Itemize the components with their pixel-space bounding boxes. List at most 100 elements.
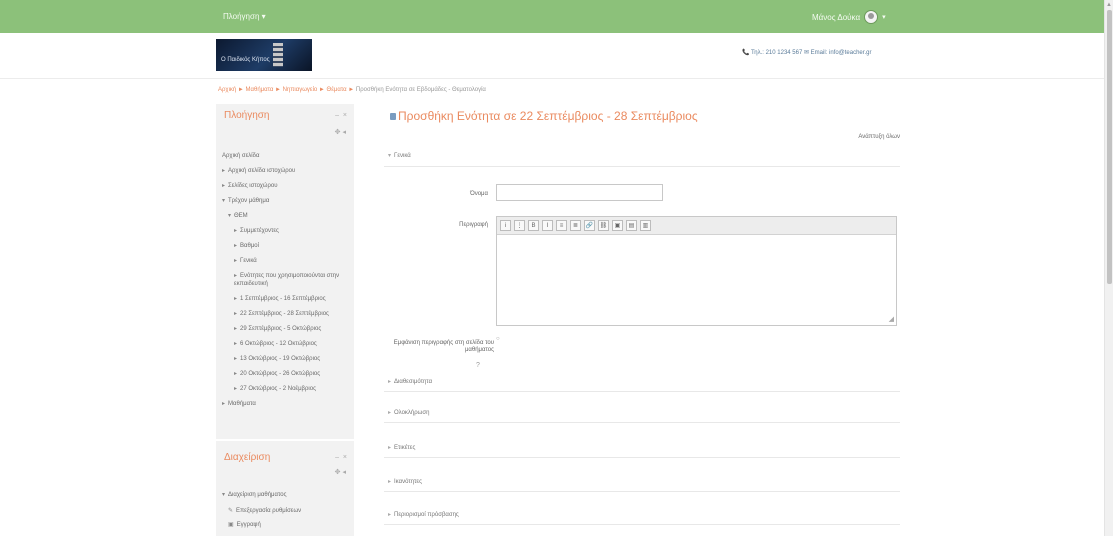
scrollbar-thumb[interactable] [1107, 10, 1112, 284]
chevron-down-icon: ▾ [222, 197, 226, 204]
chevron-right-icon: ▸ [234, 227, 238, 234]
block-move-icon[interactable]: ✥ ◂ [335, 468, 346, 476]
editor-toolbar-button[interactable]: B [528, 220, 539, 231]
section-header-availability[interactable]: ▸ Διαθεσιμότητα [388, 378, 900, 388]
section-label: Διαθεσιμότητα [394, 379, 433, 385]
section-label: Περιορισμοί πρόσβασης [394, 512, 459, 518]
nav-item-label: Ενότητες που χρησιμοποιούνται στην εκπαι… [234, 272, 340, 287]
nav-item[interactable]: ▸ 20 Οκτώβριος - 26 Οκτώβριος [216, 366, 354, 381]
navigation-tree: Αρχική σελίδα ▸ Αρχική σελίδα ιστοχώρου ▸ Σε… [216, 148, 354, 411]
editor-toolbar-button[interactable]: i [500, 220, 511, 231]
nav-item[interactable]: ▸ Σελίδες ιστοχώρου [216, 178, 354, 193]
editor-toolbar: i ⋮ B I ≡ ≣ 🔗 ⛓ ▣ ▤ ▥ [497, 217, 896, 235]
show-description-label: Εμφάνιση περιγραφής στη σελίδα του μαθήμ… [393, 340, 494, 353]
admin-item-label: Εγγραφή [236, 522, 261, 528]
contact-info: 📞 Τηλ.: 210 1234 567 ✉ Email: info@teach… [742, 50, 872, 56]
expand-all-link[interactable]: Ανάπτυξη όλων [858, 134, 900, 140]
editor-toolbar-button[interactable]: ▤ [626, 220, 637, 231]
nav-item-label: 13 Οκτώβριος - 19 Οκτώβριος [240, 355, 321, 362]
nav-item-label: 1 Σεπτέμβριος - 16 Σεπτέμβριος [240, 295, 326, 302]
nav-item[interactable]: ▾ Τρέχον μάθημα [216, 193, 354, 208]
nav-item[interactable]: ▸ 1 Σεπτέμβριος - 16 Σεπτέμβριος [216, 291, 354, 306]
chevron-right-icon: ▸ [234, 385, 238, 392]
block-dock-controls[interactable]: – × [335, 112, 348, 119]
editor-toolbar-button[interactable]: 🔗 [584, 220, 595, 231]
chevron-right-icon: ▸ [388, 410, 392, 416]
scroll-up-icon[interactable]: ▲ [1106, 2, 1112, 8]
nav-item[interactable]: ▾ ΘΕΜ [216, 208, 354, 223]
editor-toolbar-button[interactable]: ▣ [612, 220, 623, 231]
editor-toolbar-button[interactable]: ≡ [556, 220, 567, 231]
chevron-right-icon: ▸ [388, 512, 392, 518]
description-editor[interactable]: i ⋮ B I ≡ ≣ 🔗 ⛓ ▣ ▤ ▥ ◢ [496, 216, 897, 326]
nav-item[interactable]: ▸ Συμμετέχοντες [216, 223, 354, 238]
chevron-down-icon: ▾ [222, 492, 226, 498]
section-label: Ετικέτες [394, 445, 416, 451]
nav-item[interactable]: Αρχική σελίδα [216, 148, 354, 163]
nav-item[interactable]: ▸ 6 Οκτώβριος - 12 Οκτώβριος [216, 336, 354, 351]
enrol-icon: ▣ [228, 522, 234, 528]
nav-item[interactable]: ▸ Γενικά [216, 253, 354, 268]
admin-item-course[interactable]: ▾ Διαχείριση μαθήματος [222, 491, 286, 498]
user-name[interactable]: Μάνος Δούκα [812, 13, 860, 22]
chevron-right-icon: ▸ [234, 340, 238, 347]
editor-toolbar-button[interactable]: I [542, 220, 553, 231]
section-header-completion[interactable]: ▸ Ολοκλήρωση [388, 409, 900, 419]
section-divider [384, 457, 900, 458]
nav-item-label: ΘΕΜ [234, 212, 248, 219]
section-header-general[interactable]: ▾ Γενικά [388, 152, 900, 162]
page-scrollbar[interactable]: ▲ [1104, 0, 1113, 536]
editor-toolbar-button[interactable]: ≣ [570, 220, 581, 231]
chevron-right-icon: ▸ [388, 379, 392, 385]
chevron-right-icon: ▸ [234, 355, 238, 362]
help-icon[interactable]: ? [476, 362, 480, 369]
nav-item[interactable]: ▸ Μαθήματα [216, 396, 354, 411]
navigation-block: Πλοήγηση – × ✥ ◂ Αρχική σελίδα ▸ Αρχική σε… [216, 104, 354, 439]
nav-item-label: Μαθήματα [228, 400, 256, 407]
nav-item[interactable]: ▸ Βαθμοί [216, 238, 354, 253]
name-input[interactable] [496, 184, 663, 201]
nav-item[interactable]: ▸ 27 Οκτώβριος - 2 Νοέμβριος [216, 381, 354, 396]
top-navbar: Πλοήγηση ▾ Μάνος Δούκα ▾ [0, 0, 1104, 33]
chevron-right-icon: ▸ [234, 295, 238, 302]
nav-item-label: Σελίδες ιστοχώρου [228, 182, 278, 189]
section-header-competencies[interactable]: ▸ Ικανότητες [388, 478, 900, 488]
editor-toolbar-button[interactable]: ⛓ [598, 220, 609, 231]
site-logo[interactable]: Ο Παιδικός Κήπος [216, 39, 312, 71]
nav-item[interactable]: ▸ 22 Σεπτέμβριος - 28 Σεπτέμβριος [216, 306, 354, 321]
breadcrumb-link[interactable]: Θέματα [327, 87, 347, 93]
nav-item-label: 29 Σεπτέμβριος - 5 Οκτώβριος [240, 325, 322, 332]
admin-item-enrol[interactable]: ▣ Εγγραφή [228, 521, 261, 528]
nav-item[interactable]: ▸ 29 Σεπτέμβριος - 5 Οκτώβριος [216, 321, 354, 336]
breadcrumb-link[interactable]: Μαθήματα [246, 87, 274, 93]
checkbox[interactable]: ○ [496, 336, 500, 342]
editor-toolbar-button[interactable]: ⋮ [514, 220, 525, 231]
nav-item-label: Αρχική σελίδα ιστοχώρου [228, 167, 296, 174]
section-label: Ικανότητες [394, 479, 422, 485]
nav-item-label: 6 Οκτώβριος - 12 Οκτώβριος [240, 340, 317, 347]
avatar[interactable] [864, 10, 879, 24]
chevron-right-icon: ▸ [222, 167, 226, 174]
nav-item-label: 22 Σεπτέμβριος - 28 Σεπτέμβριος [240, 310, 329, 317]
chevron-right-icon: ▸ [234, 325, 238, 332]
resize-handle-icon[interactable]: ◢ [889, 315, 894, 323]
block-dock-controls[interactable]: – × [335, 454, 348, 461]
administration-block-title: Διαχείριση [224, 452, 271, 463]
editor-toolbar-button[interactable]: ▥ [640, 220, 651, 231]
nav-item-label: Γενικά [240, 257, 257, 264]
nav-item[interactable]: ▸ Ενότητες που χρησιμοποιούνται στην εκπα… [216, 268, 354, 291]
block-move-icon[interactable]: ✥ ◂ [335, 128, 346, 136]
section-header-restrict-access[interactable]: ▸ Περιορισμοί πρόσβασης [388, 511, 900, 521]
admin-item-label: Διαχείριση μαθήματος [228, 492, 287, 498]
section-header-tags[interactable]: ▸ Ετικέτες [388, 444, 900, 454]
logo-film-strip [273, 43, 283, 67]
user-menu[interactable]: Μάνος Δούκα ▾ [812, 8, 886, 26]
chevron-right-icon: ▸ [388, 445, 392, 451]
breadcrumb-link[interactable]: Νηπιαγωγείο [283, 87, 318, 93]
nav-item[interactable]: ▸ Αρχική σελίδα ιστοχώρου [216, 163, 354, 178]
breadcrumb-link[interactable]: Αρχική [218, 87, 236, 93]
chevron-down-icon[interactable]: ▾ [882, 13, 886, 21]
nav-item[interactable]: ▸ 13 Οκτώβριος - 19 Οκτώβριος [216, 351, 354, 366]
site-menu[interactable]: Πλοήγηση ▾ [223, 12, 266, 21]
admin-item-edit-settings[interactable]: ✎ Επεξεργασία ρυθμίσεων [228, 507, 301, 514]
